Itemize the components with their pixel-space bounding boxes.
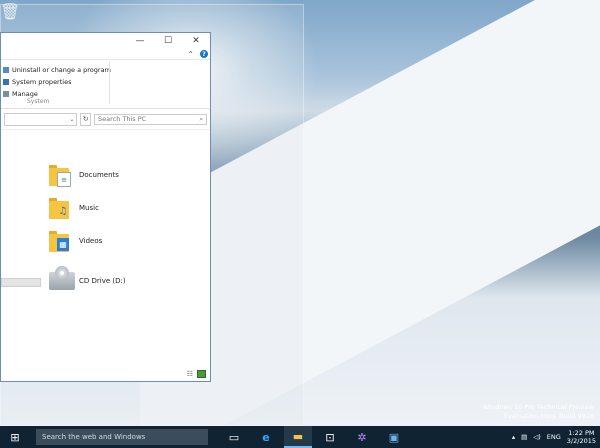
- search-placeholder: Search This PC: [98, 115, 147, 123]
- ribbon-item-system-properties[interactable]: System properties: [3, 76, 111, 88]
- language-indicator[interactable]: ENG: [547, 433, 561, 441]
- build-watermark: Windows 10 Pro Technical Preview Evaluat…: [483, 403, 594, 421]
- clock-date: 3/2/2015: [566, 437, 596, 445]
- search-icon: ⌕: [199, 114, 203, 123]
- ribbon-header: ⌃ ?: [1, 49, 210, 60]
- taskbar-apps: ▭ e ▬ ⊡ ✲ ▣: [220, 426, 408, 448]
- cd-drive-item[interactable]: CD Drive (D:): [49, 266, 126, 290]
- taskbar-search-placeholder: Search the web and Windows: [42, 433, 146, 441]
- chevron-down-icon[interactable]: ⌄: [69, 116, 74, 123]
- ribbon-group-label: System: [27, 98, 50, 105]
- content-pane: ≡ Documents ♫ Music ▦ Videos CD Drive (D…: [1, 130, 210, 362]
- large-icons-view-icon[interactable]: [197, 370, 206, 378]
- folder-label: Documents: [79, 171, 119, 179]
- help-icon[interactable]: ?: [200, 50, 208, 58]
- volume-icon[interactable]: ◁): [533, 433, 541, 441]
- drive-label: CD Drive (D:): [79, 277, 126, 285]
- drive-usage-bar: [1, 278, 41, 287]
- minimize-button[interactable]: —: [126, 33, 154, 49]
- collapse-ribbon-icon[interactable]: ⌃: [187, 50, 194, 59]
- close-button[interactable]: ✕: [182, 33, 210, 49]
- ribbon-item-label: Uninstall or change a program: [12, 66, 111, 74]
- network-icon[interactable]: ▤: [521, 433, 527, 441]
- manage-icon: [3, 91, 9, 97]
- task-view-icon[interactable]: ▭: [220, 426, 248, 448]
- system-properties-icon: [3, 79, 9, 85]
- start-button[interactable]: ⊞: [0, 426, 30, 448]
- cd-drive-icon: [49, 266, 75, 290]
- videos-folder-icon: ▦: [49, 228, 75, 254]
- file-explorer-taskbar-icon[interactable]: ▬: [284, 426, 312, 448]
- ribbon-item-label: System properties: [12, 78, 72, 86]
- title-bar[interactable]: — ☐ ✕: [1, 33, 210, 49]
- system-tray: ▴ ▤ ◁) ENG 1:22 PM 3/2/2015: [512, 426, 596, 448]
- ribbon-item-manage[interactable]: Manage: [3, 88, 111, 100]
- refresh-button[interactable]: ↻: [80, 112, 92, 126]
- folder-music[interactable]: ♫ Music: [49, 193, 199, 223]
- internet-explorer-icon[interactable]: e: [252, 426, 280, 448]
- show-hidden-icons-icon[interactable]: ▴: [512, 433, 515, 441]
- maximize-button[interactable]: ☐: [154, 33, 182, 49]
- ribbon: Uninstall or change a program System pro…: [1, 60, 210, 109]
- folder-documents[interactable]: ≡ Documents: [49, 160, 199, 190]
- settings-icon[interactable]: ✲: [348, 426, 376, 448]
- address-bar-row: ⌄ ↻ Search This PC ⌕: [1, 109, 210, 130]
- search-input[interactable]: Search This PC ⌕: [94, 113, 207, 125]
- folder-videos[interactable]: ▦ Videos: [49, 226, 199, 256]
- music-folder-icon: ♫: [49, 195, 75, 221]
- ribbon-item-uninstall[interactable]: Uninstall or change a program: [3, 64, 111, 76]
- ribbon-separator: [109, 62, 110, 104]
- status-bar: ☷: [1, 367, 210, 381]
- documents-folder-icon: ≡: [49, 162, 75, 188]
- clock-time: 1:22 PM: [568, 429, 595, 437]
- file-explorer-window[interactable]: — ☐ ✕ ⌃ ? Uninstall or change a program …: [0, 32, 211, 382]
- recycle-bin-icon[interactable]: 🗑: [0, 2, 20, 26]
- clock[interactable]: 1:22 PM 3/2/2015: [567, 429, 596, 445]
- folder-label: Music: [79, 204, 99, 212]
- taskbar-search-input[interactable]: Search the web and Windows: [36, 429, 208, 445]
- watermark-line2: Evaluation copy. Build 9926: [503, 412, 594, 420]
- ribbon-item-label: Manage: [12, 90, 38, 98]
- watermark-line1: Windows 10 Pro Technical Preview: [482, 403, 594, 411]
- remote-desktop-icon[interactable]: ▣: [380, 426, 408, 448]
- details-view-icon[interactable]: ☷: [187, 370, 193, 378]
- uninstall-icon: [3, 67, 9, 73]
- taskbar: ⊞ Search the web and Windows ▭ e ▬ ⊡ ✲ ▣…: [0, 426, 600, 448]
- desktop-wallpaper: 🗑 — ☐ ✕ ⌃ ? Uninstall or change a progra…: [0, 0, 600, 426]
- folder-label: Videos: [79, 237, 103, 245]
- store-icon[interactable]: ⊡: [316, 426, 344, 448]
- address-bar[interactable]: ⌄: [4, 112, 78, 126]
